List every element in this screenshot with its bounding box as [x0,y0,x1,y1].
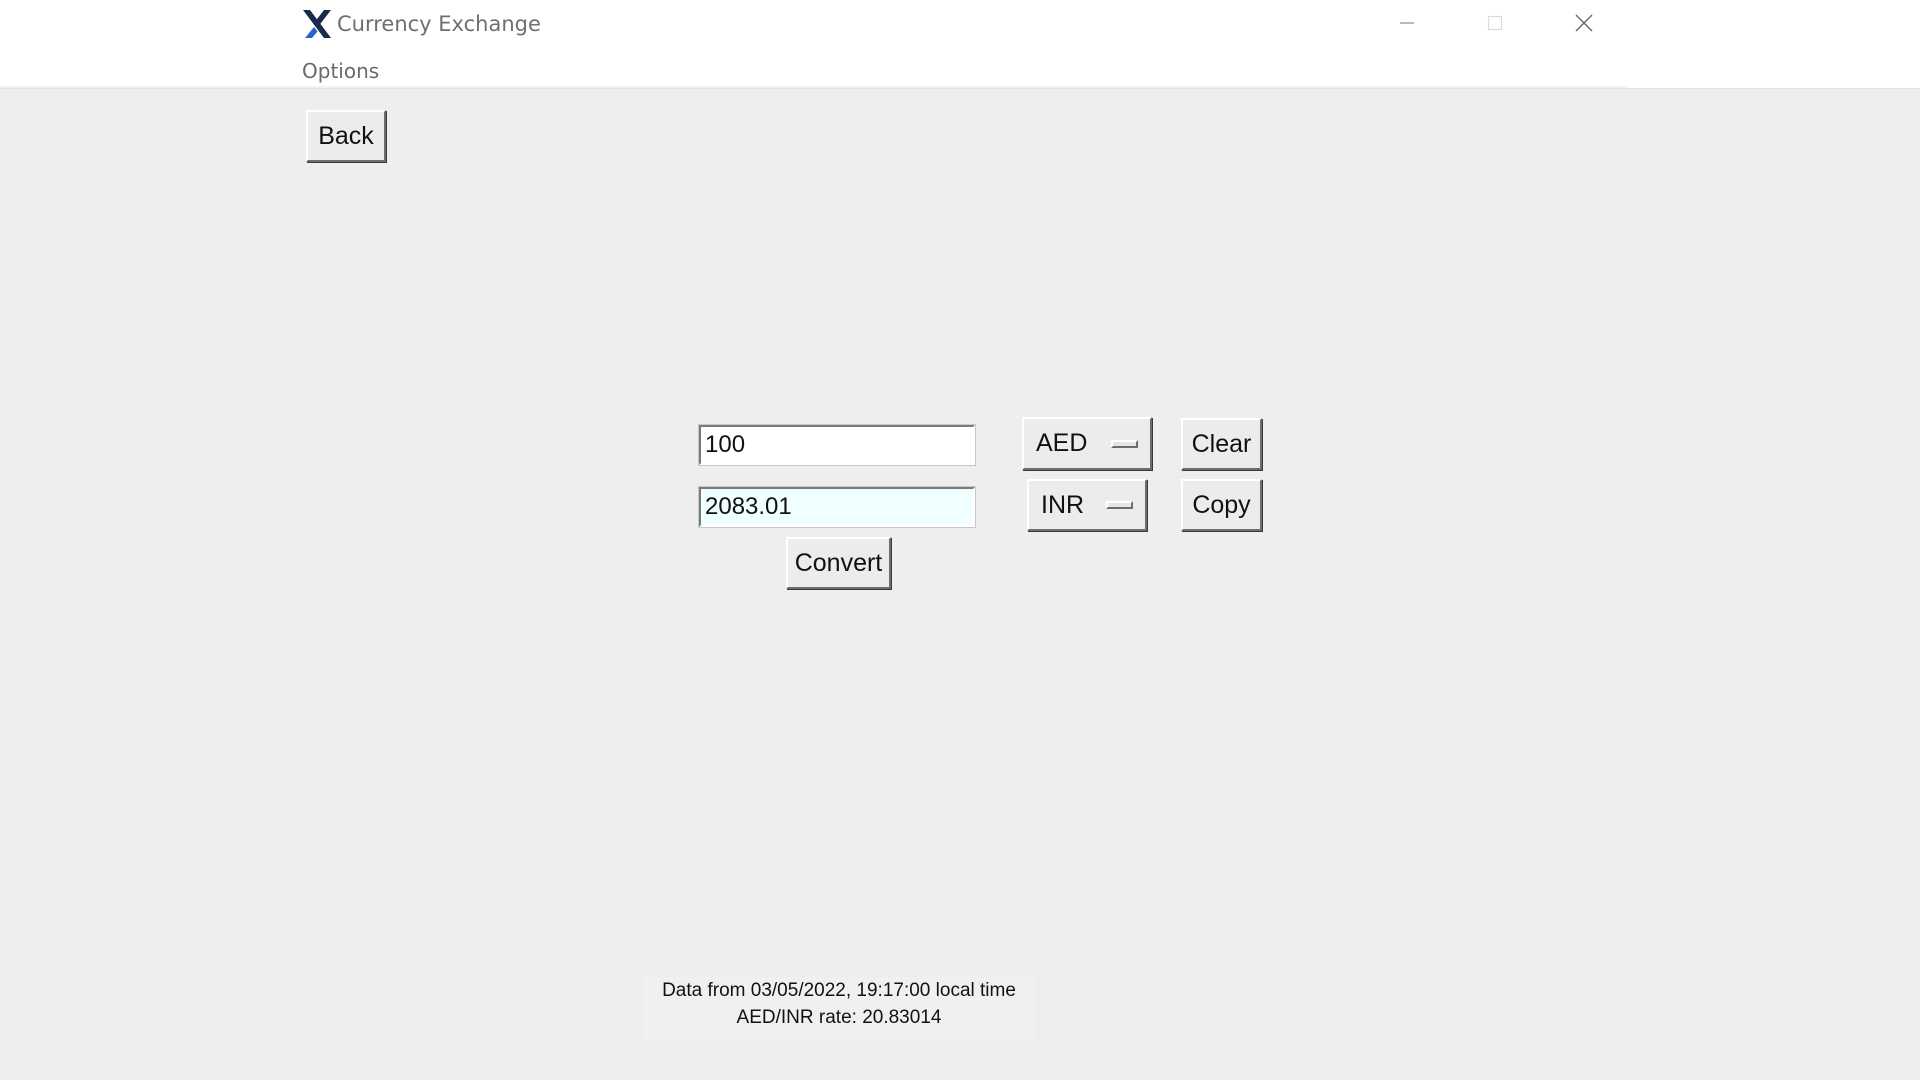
maximize-icon [1487,15,1503,31]
result-field[interactable]: 2083.01 [698,486,976,528]
menu-options[interactable]: Options [296,59,385,83]
title-bar[interactable]: Currency Exchange [0,0,1920,48]
exchange-rate-label: AED/INR rate: 20.83014 [736,1007,942,1028]
minimize-button[interactable] [1364,0,1450,46]
x-logo-icon [303,10,331,38]
amount-input[interactable]: 100 [698,424,976,466]
to-currency-label: INR [1041,490,1085,519]
menu-divider [0,86,1628,88]
window-title: Currency Exchange [337,12,541,36]
close-button[interactable] [1541,0,1627,46]
app-window: Currency Exchange Options Back 100 2083.… [0,0,1920,1080]
data-timestamp-label: Data from 03/05/2022, 19:17:00 local tim… [662,980,1016,1001]
convert-button[interactable]: Convert [786,537,891,589]
dropdown-indicator-icon [1106,501,1133,509]
close-icon [1575,14,1593,32]
clear-button[interactable]: Clear [1181,418,1262,470]
status-panel: Data from 03/05/2022, 19:17:00 local tim… [643,977,1035,1039]
to-currency-dropdown[interactable]: INR [1027,479,1147,531]
minimize-icon [1400,22,1414,24]
back-button[interactable]: Back [306,110,386,162]
dropdown-indicator-icon [1111,439,1138,448]
from-currency-label: AED [1036,429,1088,457]
from-currency-dropdown[interactable]: AED [1022,417,1152,470]
copy-button[interactable]: Copy [1181,479,1262,531]
menu-bar [0,48,1920,89]
maximize-button[interactable] [1452,0,1538,46]
